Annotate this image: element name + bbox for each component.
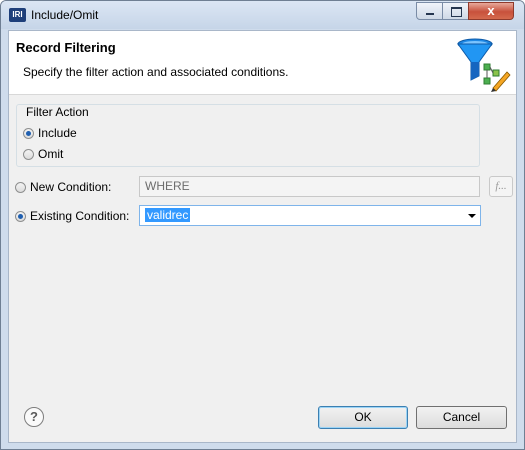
window-title: Include/Omit — [31, 8, 99, 22]
function-builder-button[interactable]: f... — [489, 176, 513, 197]
title-bar[interactable]: IRI Include/Omit x — [1, 1, 524, 29]
dropdown-arrow-icon[interactable] — [468, 214, 476, 218]
include-radio[interactable] — [23, 128, 34, 139]
banner-description: Specify the filter action and associated… — [23, 65, 289, 79]
close-icon: x — [487, 3, 495, 18]
omit-radio[interactable] — [23, 149, 34, 160]
existing-condition-label[interactable]: Existing Condition: — [30, 209, 129, 223]
funnel-pencil-icon — [457, 38, 511, 92]
omit-label[interactable]: Omit — [38, 147, 63, 161]
existing-condition-value: validrec — [145, 208, 191, 222]
new-condition-label[interactable]: New Condition: — [30, 180, 111, 194]
ok-button[interactable]: OK — [318, 406, 408, 429]
dialog-window: IRI Include/Omit x Record Filtering Spec… — [0, 0, 525, 450]
existing-condition-radio[interactable] — [15, 211, 26, 222]
close-button[interactable]: x — [468, 2, 514, 20]
cancel-button[interactable]: Cancel — [416, 406, 507, 429]
include-label[interactable]: Include — [38, 126, 77, 140]
maximize-button[interactable] — [442, 2, 469, 20]
existing-condition-dropdown[interactable]: validrec — [139, 205, 481, 226]
banner-title: Record Filtering — [16, 40, 116, 55]
maximize-icon — [451, 7, 462, 17]
help-icon[interactable]: ? — [24, 407, 44, 427]
dialog-body: Record Filtering Specify the filter acti… — [8, 30, 517, 443]
minimize-icon — [426, 13, 434, 15]
filter-action-label: Filter Action — [25, 105, 90, 119]
app-logo-icon: IRI — [9, 8, 26, 22]
minimize-button[interactable] — [416, 2, 443, 20]
header-banner: Record Filtering Specify the filter acti… — [9, 31, 516, 95]
new-condition-radio[interactable] — [15, 182, 26, 193]
new-condition-input[interactable]: WHERE — [139, 176, 480, 197]
